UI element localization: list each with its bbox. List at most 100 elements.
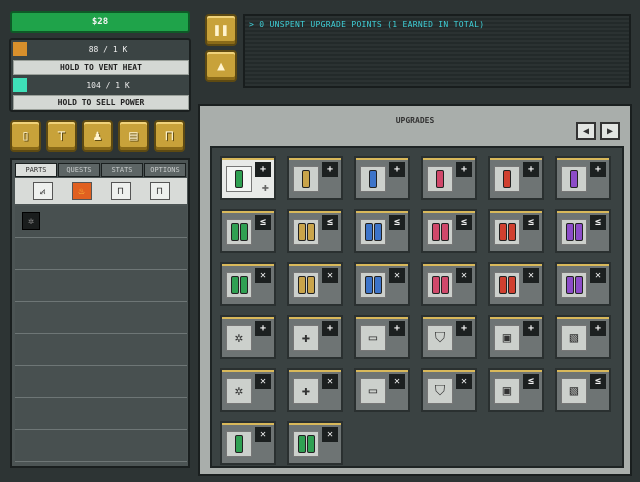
upgrade-button[interactable]: ✲ ✕ bbox=[220, 368, 276, 412]
upgrade-button[interactable]: + bbox=[555, 156, 611, 200]
locked-icon[interactable]: ⊓ bbox=[110, 182, 131, 200]
list-item bbox=[15, 398, 187, 430]
tab-parts[interactable]: PARTS bbox=[15, 163, 57, 177]
plus-icon: + bbox=[389, 162, 405, 177]
list-item bbox=[15, 270, 187, 302]
pause-icon: ❚❚ bbox=[213, 22, 229, 38]
upgrade-level-icon: ≤ bbox=[389, 215, 405, 230]
capacitor-part-icon[interactable]: ✲ bbox=[22, 212, 40, 230]
upgrade-button[interactable]: + bbox=[421, 156, 477, 200]
heat-gauge-icon[interactable]: ⦯ bbox=[32, 182, 53, 200]
locked-x-icon: ✕ bbox=[322, 427, 338, 442]
fuel-cell-icon bbox=[427, 219, 453, 245]
upgrade-button[interactable]: + bbox=[287, 156, 343, 200]
upgrade-button[interactable]: ▧ ≤ bbox=[555, 368, 611, 412]
component-icon: ⛉ bbox=[427, 325, 453, 351]
upgrade-button[interactable]: ▣ ≤ bbox=[488, 368, 544, 412]
upgrade-button[interactable]: + bbox=[354, 156, 410, 200]
upgrade-button[interactable]: ⛉ + bbox=[421, 315, 477, 359]
upgrade-button[interactable]: ▭ ✕ bbox=[354, 368, 410, 412]
cell-icon: ▯ bbox=[21, 128, 30, 144]
upgrade-level-icon: ≤ bbox=[523, 374, 539, 389]
vent-heat-button[interactable]: HOLD TO VENT HEAT bbox=[13, 60, 189, 75]
fuel-cell-icon bbox=[494, 219, 520, 245]
fuel-cell-icon bbox=[360, 272, 386, 298]
upgrade-level-icon: ≤ bbox=[590, 374, 606, 389]
locked-x-icon: ✕ bbox=[255, 427, 271, 442]
upgrade-button[interactable]: ✚ ✕ bbox=[287, 368, 343, 412]
profile-button[interactable]: ♟ bbox=[82, 120, 113, 152]
fuel-cell-icon bbox=[293, 431, 319, 457]
upgrade-button[interactable]: ▧ + bbox=[555, 315, 611, 359]
sell-power-button[interactable]: HOLD TO SELL POWER bbox=[13, 95, 189, 110]
upgrade-button[interactable]: ≤ bbox=[354, 209, 410, 253]
upgrade-button[interactable]: ✕ bbox=[287, 262, 343, 306]
upgrades-panel: UPGRADES ◀ ▶ + ✚ + + + + + ≤ ≤ ≤ ≤ ≤ ≤ ✕ ✕ ✕ ✕ ✕ ✕ ✲ + ✚ + ▭ + ⛉ +… bbox=[198, 104, 632, 476]
tab-stats[interactable]: STATS bbox=[101, 163, 143, 177]
fuel-cell-icon bbox=[360, 219, 386, 245]
pause-button[interactable]: ❚❚ bbox=[205, 14, 237, 46]
fuel-cell-icon bbox=[427, 166, 453, 192]
fuel-cell-icon bbox=[293, 219, 319, 245]
prev-page-button[interactable]: ◀ bbox=[576, 122, 596, 140]
upgrade-button[interactable]: ≤ bbox=[287, 209, 343, 253]
upgrade-button[interactable]: ✕ bbox=[555, 262, 611, 306]
tab-options[interactable]: OPTIONS bbox=[144, 163, 186, 177]
upgrade-button[interactable]: ✕ bbox=[220, 262, 276, 306]
component-icon: ✲ bbox=[226, 378, 252, 404]
plus-icon: + bbox=[456, 321, 472, 336]
document-icon: ▤ bbox=[129, 128, 138, 144]
upgrade-level-icon: ≤ bbox=[456, 215, 472, 230]
alert-button[interactable]: ▲ bbox=[205, 50, 237, 82]
plus-icon: + bbox=[523, 321, 539, 336]
fuel-cell-icon bbox=[226, 431, 252, 457]
next-page-button[interactable]: ▶ bbox=[600, 122, 620, 140]
upgrade-button[interactable]: ✕ bbox=[488, 262, 544, 306]
fuel-cell-icon bbox=[561, 272, 587, 298]
upgrade-button[interactable]: ✕ bbox=[220, 421, 276, 465]
locked-icon[interactable]: ⊓ bbox=[149, 182, 170, 200]
component-icon: ⛉ bbox=[427, 378, 453, 404]
list-item bbox=[15, 366, 187, 398]
tab-quests[interactable]: QUESTS bbox=[58, 163, 100, 177]
upgrade-button[interactable]: ▣ + bbox=[488, 315, 544, 359]
plus-icon: + bbox=[255, 321, 271, 336]
upgrade-button[interactable]: ✕ bbox=[421, 262, 477, 306]
fuel-cell-icon bbox=[427, 272, 453, 298]
power-icon bbox=[13, 78, 27, 92]
locked-x-icon: ✕ bbox=[255, 374, 271, 389]
upgrade-button[interactable]: ≤ bbox=[220, 209, 276, 253]
fuel-cell-icon bbox=[494, 272, 520, 298]
upgrade-button[interactable]: ✕ bbox=[287, 421, 343, 465]
build-vent-button[interactable]: ⊤ bbox=[46, 120, 77, 152]
upgrade-button[interactable]: ▭ + bbox=[354, 315, 410, 359]
locked-x-icon: ✕ bbox=[322, 374, 338, 389]
list-item: ✲ bbox=[15, 206, 187, 238]
lock-button[interactable]: ⊓ bbox=[154, 120, 185, 152]
upgrade-button[interactable]: ≤ bbox=[421, 209, 477, 253]
person-icon: ♟ bbox=[93, 128, 102, 144]
upgrade-button[interactable]: ⛉ ✕ bbox=[421, 368, 477, 412]
locked-x-icon: ✕ bbox=[456, 268, 472, 283]
plus-icon: + bbox=[255, 162, 271, 177]
locked-x-icon: ✕ bbox=[389, 268, 405, 283]
upgrade-level-icon: ≤ bbox=[255, 215, 271, 230]
component-icon: ▣ bbox=[494, 378, 520, 404]
upgrade-button[interactable]: ≤ bbox=[488, 209, 544, 253]
fuel-cell-icon bbox=[360, 166, 386, 192]
upgrade-button[interactable]: ✕ bbox=[354, 262, 410, 306]
upgrade-button[interactable]: + bbox=[488, 156, 544, 200]
upgrades-title: UPGRADES bbox=[395, 116, 435, 125]
upgrade-button[interactable]: + ✚ bbox=[220, 156, 276, 200]
fire-icon[interactable]: ♨ bbox=[71, 182, 92, 200]
upgrade-button[interactable]: ≤ bbox=[555, 209, 611, 253]
upgrade-button[interactable]: ✲ + bbox=[220, 315, 276, 359]
heat-row: 88 / 1 K bbox=[13, 42, 189, 56]
documents-button[interactable]: ▤ bbox=[118, 120, 149, 152]
message-log: > 0 UNSPENT UPGRADE POINTS (1 EARNED IN … bbox=[243, 14, 631, 88]
locked-x-icon: ✕ bbox=[523, 268, 539, 283]
fuel-cell-icon bbox=[293, 272, 319, 298]
upgrade-button[interactable]: ✚ + bbox=[287, 315, 343, 359]
build-cell-button[interactable]: ▯ bbox=[10, 120, 41, 152]
upgrade-level-icon: ≤ bbox=[523, 215, 539, 230]
